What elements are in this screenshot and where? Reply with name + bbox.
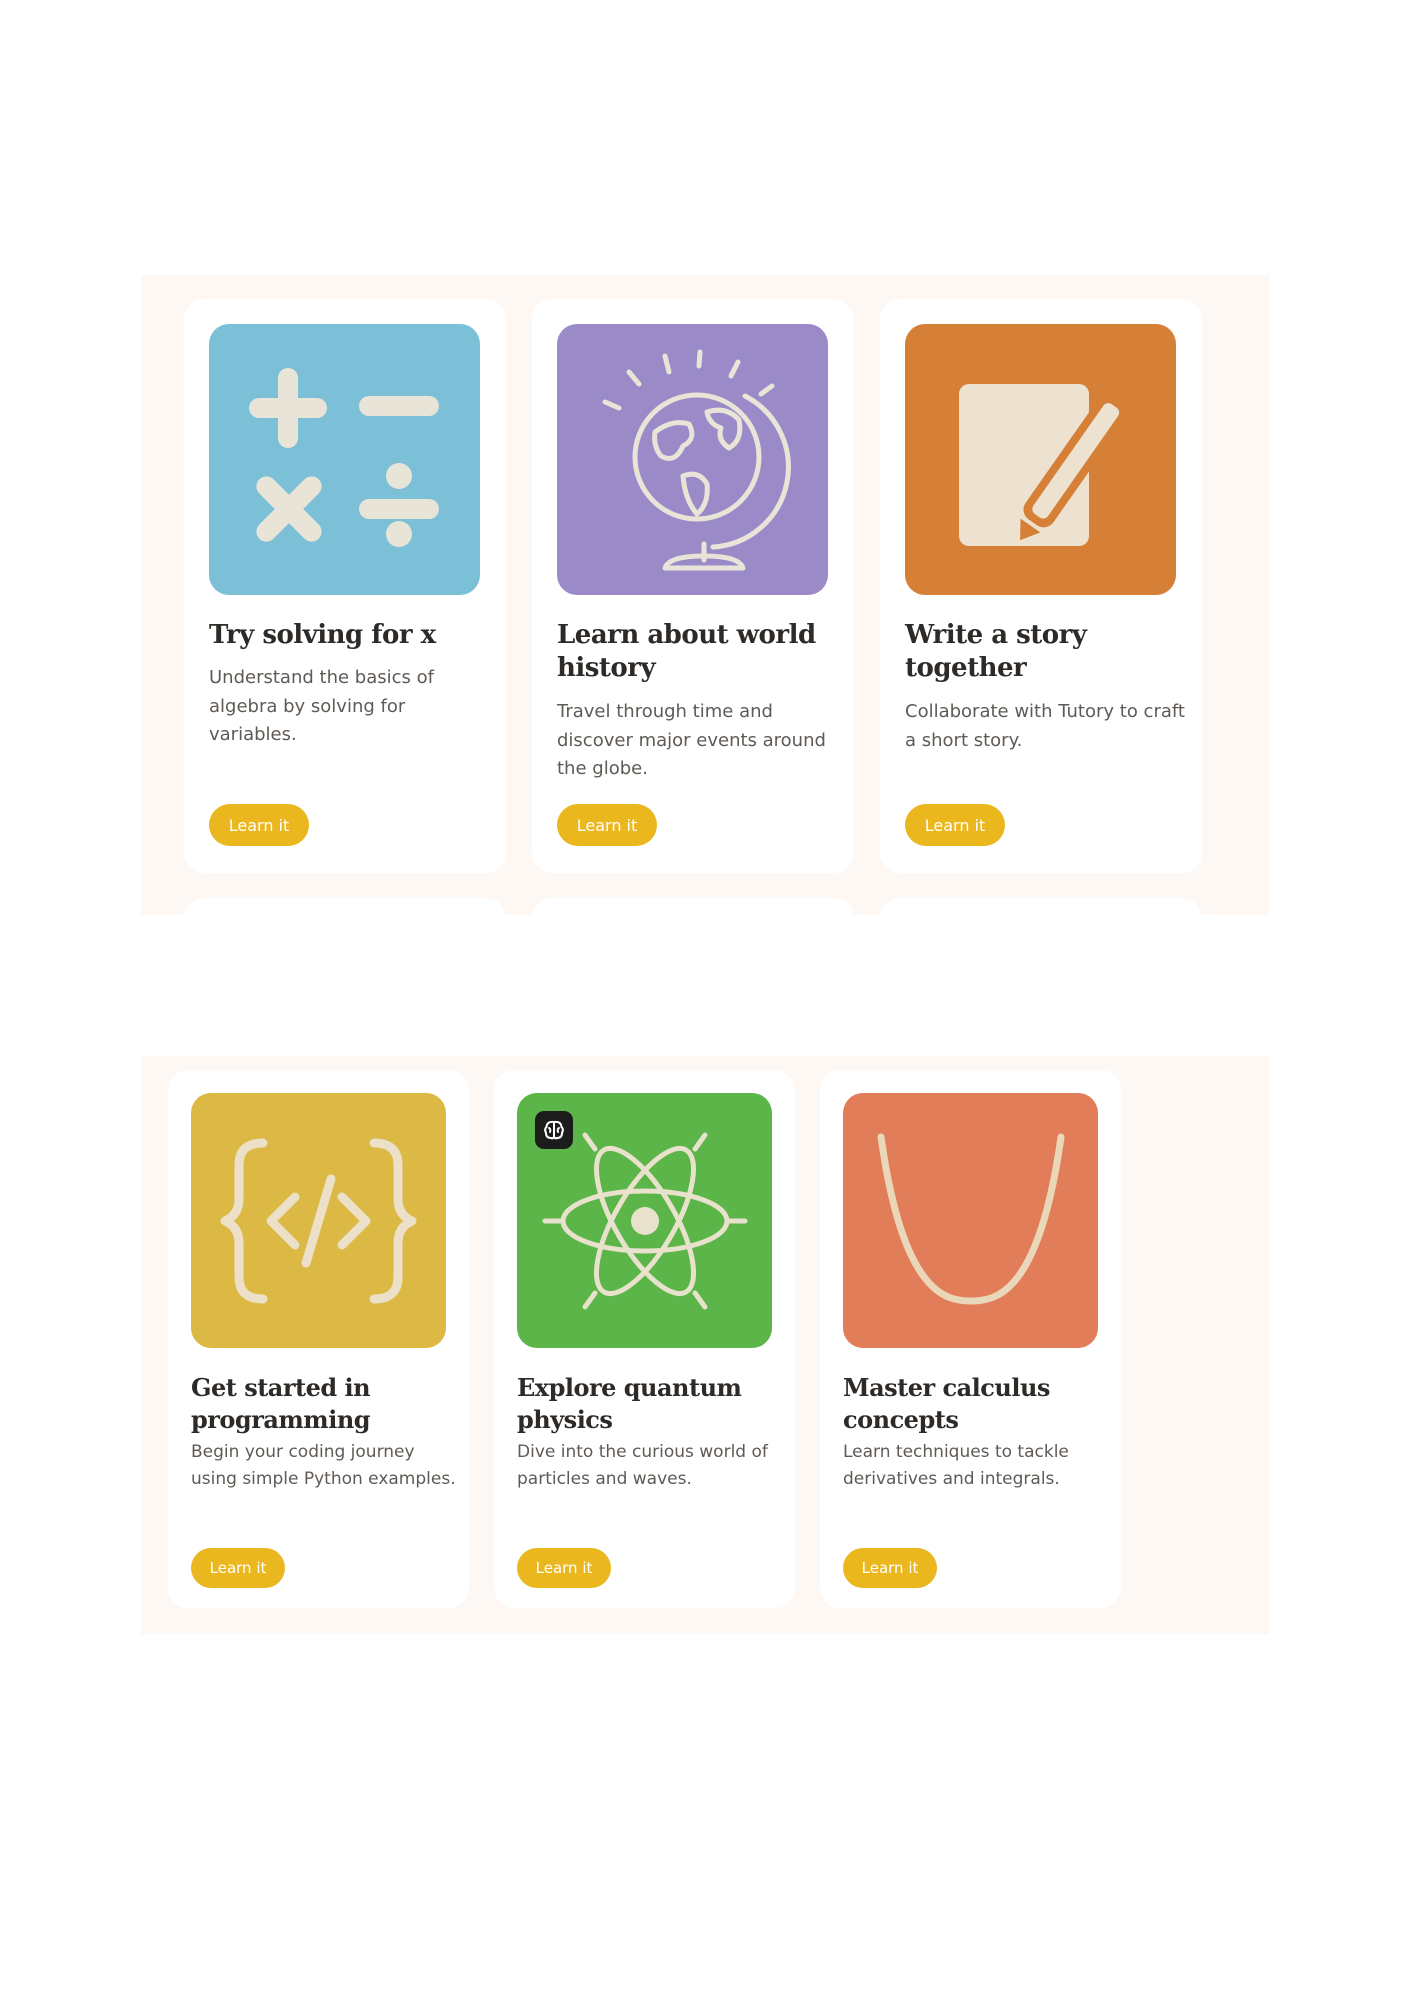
card-title: Write a story together — [905, 620, 1087, 683]
learn-it-button[interactable]: Learn it — [843, 1548, 937, 1588]
card-title: Master calculus concepts — [843, 1373, 1050, 1434]
card-description: Learn techniques to tackle derivatives a… — [843, 1442, 1069, 1489]
card-title: Explore quantum physics — [517, 1373, 742, 1434]
topic-card-programming[interactable]: Get started in programming Begin your co… — [168, 1070, 469, 1608]
learn-it-button[interactable]: Learn it — [191, 1548, 285, 1588]
code-brackets-icon — [191, 1093, 446, 1348]
card-description: Collaborate with Tutory to craft a short… — [905, 701, 1185, 751]
topic-card-world-history[interactable]: Learn about world history Travel through… — [532, 299, 854, 873]
math-operators-icon — [209, 324, 480, 595]
learn-it-button[interactable]: Learn it — [905, 804, 1005, 846]
topic-card-calculus[interactable]: Master calculus concepts Learn technique… — [820, 1070, 1121, 1608]
card-description: Travel through time and discover major e… — [557, 701, 826, 779]
card-title: Try solving for x — [209, 620, 436, 650]
next-row-card-peek — [880, 898, 1202, 915]
topic-card-story[interactable]: Write a story together Collaborate with … — [880, 299, 1202, 873]
learn-it-button[interactable]: Learn it — [209, 804, 309, 846]
topic-card-quantum-physics[interactable]: Explore quantum physics Dive into the cu… — [494, 1070, 795, 1608]
card-description: Dive into the curious world of particles… — [517, 1442, 768, 1489]
card-description: Begin your coding journey using simple P… — [191, 1442, 456, 1489]
topic-grid-panel: Get started in programming Begin your co… — [141, 1056, 1269, 1634]
topic-grid-panel: Try solving for x Understand the basics … — [141, 275, 1269, 915]
parabola-curve-icon — [843, 1093, 1098, 1348]
next-row-card-peek — [532, 898, 854, 915]
atom-icon — [517, 1093, 772, 1348]
card-description: Understand the basics of algebra by solv… — [209, 667, 434, 745]
learn-it-button[interactable]: Learn it — [557, 804, 657, 846]
brain-icon[interactable] — [535, 1111, 573, 1149]
learn-it-button[interactable]: Learn it — [517, 1548, 611, 1588]
globe-icon — [557, 324, 828, 595]
card-title: Get started in programming — [191, 1373, 371, 1434]
topic-card-algebra[interactable]: Try solving for x Understand the basics … — [184, 299, 506, 873]
card-title: Learn about world history — [557, 620, 816, 683]
paper-pencil-icon — [905, 324, 1176, 595]
next-row-card-peek — [184, 898, 506, 915]
